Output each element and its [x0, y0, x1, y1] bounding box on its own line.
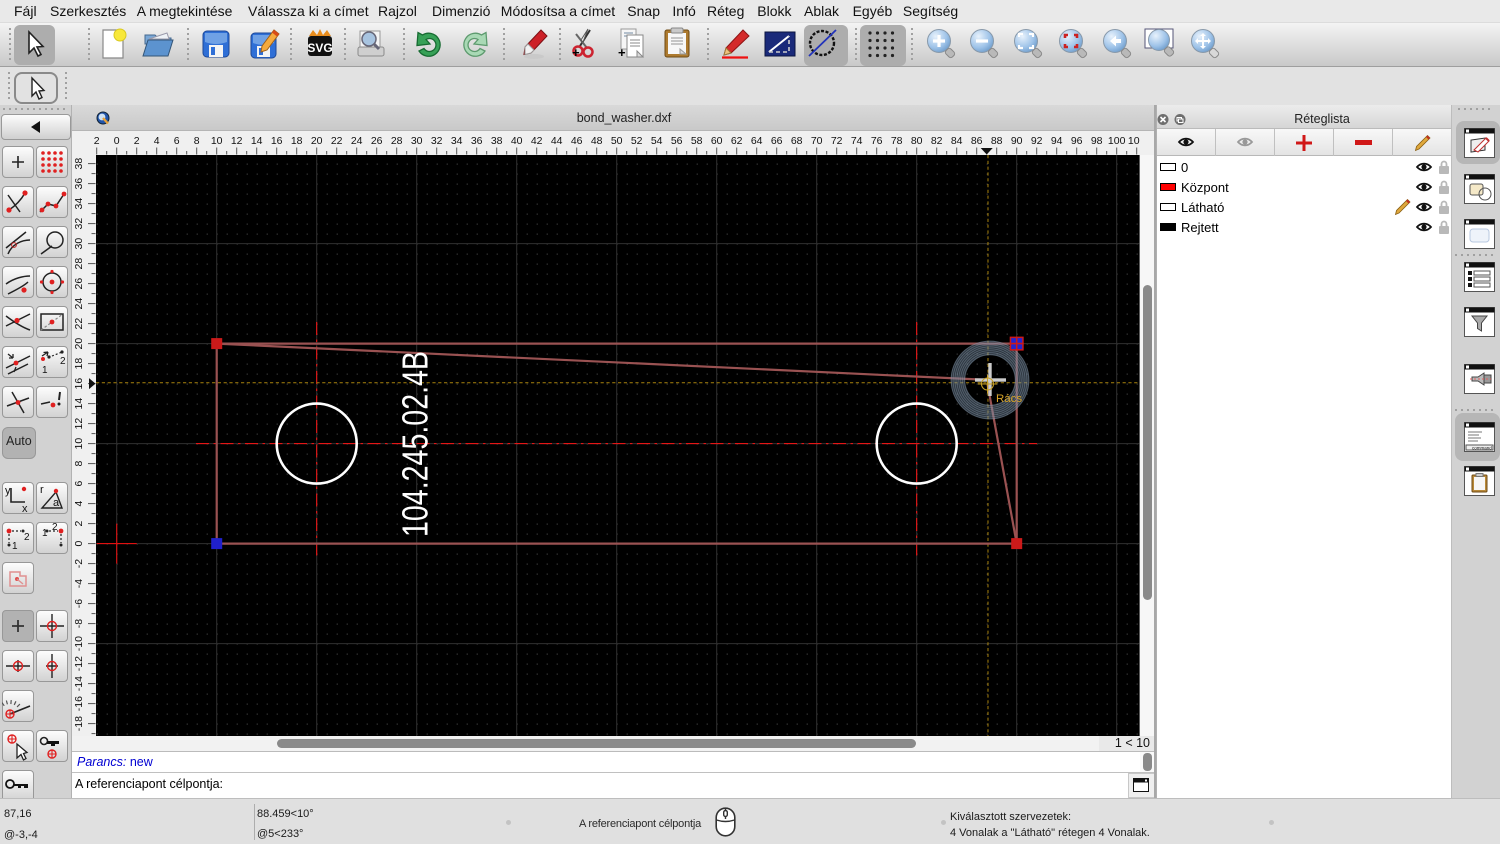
svg-text:84: 84 [951, 135, 963, 147]
svg-text:42: 42 [531, 135, 543, 147]
svg-text:r: r [40, 484, 44, 496]
svg-text:16: 16 [271, 135, 283, 147]
svg-text:6: 6 [73, 481, 85, 487]
svg-text:64: 64 [751, 135, 763, 147]
svg-text:-4: -4 [73, 579, 85, 588]
svg-text:60: 60 [711, 135, 723, 147]
svg-text:40: 40 [511, 135, 523, 147]
svg-text:28: 28 [73, 258, 85, 270]
svg-text:100: 100 [1108, 135, 1126, 147]
svg-text:2: 2 [52, 522, 58, 533]
svg-text:1: 1 [42, 528, 48, 539]
svg-text:32: 32 [431, 135, 443, 147]
svg-text:52: 52 [631, 135, 643, 147]
svg-text:80: 80 [911, 135, 923, 147]
svg-text:74: 74 [851, 135, 863, 147]
svg-text:44: 44 [551, 135, 563, 147]
svg-text:10: 10 [73, 438, 85, 450]
svg-text:1: 1 [42, 365, 48, 376]
svg-text:38: 38 [73, 158, 85, 170]
svg-text:24: 24 [351, 135, 363, 147]
svg-text:86: 86 [971, 135, 983, 147]
svg-text:92: 92 [1031, 135, 1043, 147]
svg-text:76: 76 [871, 135, 883, 147]
svg-text:98: 98 [1091, 135, 1103, 147]
svg-text:-8: -8 [73, 619, 85, 628]
svg-text:72: 72 [831, 135, 843, 147]
svg-text:x: x [22, 503, 28, 514]
svg-text:32: 32 [73, 218, 85, 230]
svg-text:-10: -10 [73, 636, 85, 651]
svg-text:70: 70 [811, 135, 823, 147]
svg-text:58: 58 [691, 135, 703, 147]
svg-text:22: 22 [73, 318, 85, 330]
svg-text:2: 2 [24, 532, 30, 543]
svg-text:16: 16 [73, 378, 85, 390]
svg-text:68: 68 [791, 135, 803, 147]
svg-text:62: 62 [731, 135, 743, 147]
svg-text:50: 50 [611, 135, 623, 147]
svg-text:82: 82 [931, 135, 943, 147]
svg-text:66: 66 [771, 135, 783, 147]
svg-text:+: + [572, 45, 580, 60]
svg-text:90: 90 [1011, 135, 1023, 147]
svg-text:102: 102 [1128, 135, 1140, 147]
svg-text:36: 36 [471, 135, 483, 147]
svg-text:36: 36 [73, 178, 85, 190]
svg-text:20: 20 [311, 135, 323, 147]
svg-text:0: 0 [73, 541, 85, 547]
svg-text:-6: -6 [73, 599, 85, 608]
svg-text:0: 0 [114, 135, 120, 147]
svg-text:-2: -2 [73, 559, 85, 568]
svg-text:a: a [53, 497, 60, 509]
svg-text:94: 94 [1051, 135, 1063, 147]
svg-text:78: 78 [891, 135, 903, 147]
svg-text:54: 54 [651, 135, 663, 147]
svg-text:SVG: SVG [307, 41, 332, 55]
svg-text:8: 8 [194, 135, 200, 147]
svg-text:26: 26 [73, 278, 85, 290]
svg-text:6: 6 [174, 135, 180, 147]
svg-text:18: 18 [73, 358, 85, 370]
svg-text:48: 48 [591, 135, 603, 147]
svg-text:26: 26 [371, 135, 383, 147]
svg-text:-12: -12 [73, 656, 85, 671]
svg-text:2: 2 [60, 356, 66, 367]
svg-text:14: 14 [251, 135, 263, 147]
svg-text:10: 10 [211, 135, 223, 147]
svg-text:96: 96 [1071, 135, 1083, 147]
svg-text:4: 4 [154, 135, 160, 147]
svg-text:34: 34 [451, 135, 463, 147]
svg-text:18: 18 [291, 135, 303, 147]
svg-text:2: 2 [94, 135, 100, 147]
svg-text:4: 4 [73, 501, 85, 507]
svg-text:Rács: Rács [996, 393, 1022, 405]
svg-text:-16: -16 [73, 696, 85, 711]
svg-text:12: 12 [231, 135, 243, 147]
svg-text:1: 1 [12, 541, 18, 552]
svg-text:30: 30 [73, 238, 85, 250]
svg-text:y: y [5, 485, 11, 497]
svg-text:+: + [618, 45, 626, 60]
svg-text:46: 46 [571, 135, 583, 147]
svg-text:104.245.02.4B: 104.245.02.4B [394, 351, 435, 537]
svg-text:24: 24 [73, 298, 85, 310]
svg-text:38: 38 [491, 135, 503, 147]
svg-text:22: 22 [331, 135, 343, 147]
svg-text:2: 2 [73, 521, 85, 527]
svg-text:-14: -14 [73, 676, 85, 691]
svg-text:88: 88 [991, 135, 1003, 147]
svg-text:34: 34 [73, 198, 85, 210]
svg-text:28: 28 [391, 135, 403, 147]
svg-text:-18: -18 [73, 716, 85, 731]
svg-text:14: 14 [73, 398, 85, 410]
svg-text:12: 12 [73, 418, 85, 430]
svg-text:2: 2 [134, 135, 140, 147]
svg-text:command: command [1472, 446, 1492, 451]
svg-text:20: 20 [73, 338, 85, 350]
svg-text:8: 8 [73, 461, 85, 467]
svg-text:56: 56 [671, 135, 683, 147]
svg-text:30: 30 [411, 135, 423, 147]
